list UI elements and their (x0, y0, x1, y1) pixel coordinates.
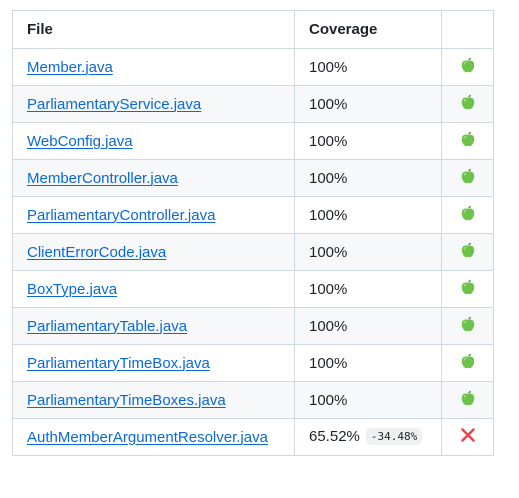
coverage-value: 100% (309, 280, 348, 298)
file-cell: ParliamentaryTimeBoxes.java (12, 381, 295, 419)
file-cell: ParliamentaryTimeBox.java (12, 344, 295, 382)
coverage-cell: 100% (294, 270, 442, 308)
status-cell (441, 196, 494, 234)
status-cell (441, 307, 494, 345)
coverage-cell: 100% (294, 48, 442, 86)
table-row: BoxType.java 100% (12, 270, 494, 308)
status-cell (441, 85, 494, 123)
coverage-cell: 100% (294, 233, 442, 271)
status-cell (441, 381, 494, 419)
status-cell (441, 48, 494, 86)
status-cell (441, 418, 494, 456)
table-row: WebConfig.java 100% (12, 122, 494, 160)
file-link[interactable]: MemberController.java (27, 170, 178, 187)
coverage-value: 100% (309, 95, 348, 113)
coverage-value: 100% (309, 243, 348, 261)
pass-apple-icon (459, 167, 477, 189)
file-link[interactable]: Member.java (27, 59, 113, 76)
coverage-column-header: Coverage (294, 10, 442, 49)
file-link[interactable]: ParliamentaryTimeBoxes.java (27, 392, 226, 409)
file-cell: ParliamentaryController.java (12, 196, 295, 234)
coverage-value: 100% (309, 206, 348, 224)
pass-apple-icon (459, 130, 477, 152)
file-column-header: File (12, 10, 295, 49)
pass-apple-icon (459, 56, 477, 78)
coverage-value: 100% (309, 391, 348, 409)
file-cell: MemberController.java (12, 159, 295, 197)
file-cell: AuthMemberArgumentResolver.java (12, 418, 295, 456)
coverage-cell: 100% (294, 85, 442, 123)
table-row: ParliamentaryTimeBox.java 100% (12, 344, 494, 382)
table-row: ClientErrorCode.java 100% (12, 233, 494, 271)
coverage-cell: 100% (294, 159, 442, 197)
table-row: ParliamentaryController.java 100% (12, 196, 494, 234)
table-row: ParliamentaryTimeBoxes.java 100% (12, 381, 494, 419)
coverage-cell: 100% (294, 307, 442, 345)
file-link[interactable]: ParliamentaryService.java (27, 96, 201, 113)
pass-apple-icon (459, 93, 477, 115)
coverage-cell: 65.52% -34.48% (294, 418, 442, 456)
table-row: ParliamentaryTable.java 100% (12, 307, 494, 345)
table-header-row: File Coverage (12, 10, 494, 49)
table-row: MemberController.java 100% (12, 159, 494, 197)
coverage-value: 100% (309, 132, 348, 150)
coverage-value: 100% (309, 354, 348, 372)
file-link[interactable]: WebConfig.java (27, 133, 133, 150)
file-link[interactable]: ParliamentaryTable.java (27, 318, 187, 335)
coverage-delta-badge: -34.48% (365, 427, 423, 445)
pass-apple-icon (459, 241, 477, 263)
table-row: AuthMemberArgumentResolver.java 65.52% -34… (12, 418, 494, 456)
file-cell: Member.java (12, 48, 295, 86)
pass-apple-icon (459, 204, 477, 226)
file-link[interactable]: ParliamentaryTimeBox.java (27, 355, 210, 372)
file-link[interactable]: ParliamentaryController.java (27, 207, 215, 224)
coverage-value: 100% (309, 169, 348, 187)
file-cell: WebConfig.java (12, 122, 295, 160)
status-cell (441, 233, 494, 271)
coverage-table: File Coverage Member.java 100% Parliamenta… (12, 10, 494, 456)
file-cell: ParliamentaryTable.java (12, 307, 295, 345)
pass-apple-icon (459, 352, 477, 374)
fail-cross-icon (459, 426, 477, 448)
coverage-cell: 100% (294, 344, 442, 382)
coverage-value: 100% (309, 317, 348, 335)
coverage-cell: 100% (294, 196, 442, 234)
status-cell (441, 344, 494, 382)
status-cell (441, 159, 494, 197)
pass-apple-icon (459, 315, 477, 337)
status-column-header (441, 10, 494, 49)
file-cell: BoxType.java (12, 270, 295, 308)
coverage-report: File Coverage Member.java 100% Parliamenta… (12, 10, 494, 456)
coverage-value: 100% (309, 58, 348, 76)
status-cell (441, 122, 494, 160)
table-row: Member.java 100% (12, 48, 494, 86)
file-cell: ParliamentaryService.java (12, 85, 295, 123)
pass-apple-icon (459, 278, 477, 300)
status-cell (441, 270, 494, 308)
file-link[interactable]: AuthMemberArgumentResolver.java (27, 429, 268, 446)
coverage-cell: 100% (294, 122, 442, 160)
pass-apple-icon (459, 389, 477, 411)
file-link[interactable]: ClientErrorCode.java (27, 244, 166, 261)
file-cell: ClientErrorCode.java (12, 233, 295, 271)
file-link[interactable]: BoxType.java (27, 281, 117, 298)
table-row: ParliamentaryService.java 100% (12, 85, 494, 123)
coverage-cell: 100% (294, 381, 442, 419)
coverage-value: 65.52% (309, 428, 360, 446)
